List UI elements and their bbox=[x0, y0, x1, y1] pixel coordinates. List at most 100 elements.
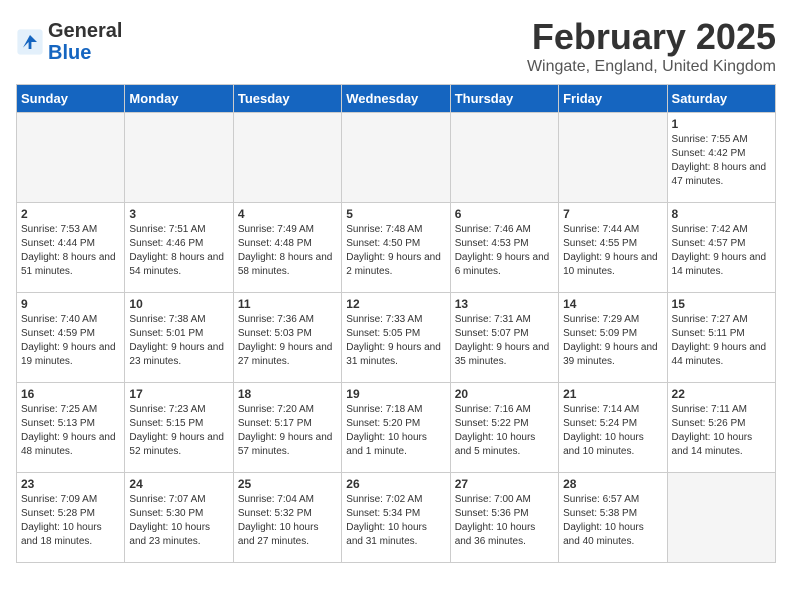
day-number: 13 bbox=[455, 297, 554, 311]
day-number: 27 bbox=[455, 477, 554, 491]
day-number: 28 bbox=[563, 477, 662, 491]
calendar-week-row: 23 Sunrise: 7:09 AM Sunset: 5:28 PM Dayli… bbox=[17, 473, 776, 563]
calendar-cell: 6 Sunrise: 7:46 AM Sunset: 4:53 PM Daylig… bbox=[450, 203, 558, 293]
calendar-cell bbox=[125, 113, 233, 203]
day-number: 22 bbox=[672, 387, 771, 401]
col-header-saturday: Saturday bbox=[667, 85, 775, 113]
day-info: Sunrise: 7:40 AM Sunset: 4:59 PM Dayligh… bbox=[21, 313, 120, 369]
calendar-cell: 9 Sunrise: 7:40 AM Sunset: 4:59 PM Daylig… bbox=[17, 293, 125, 383]
calendar-cell: 18Sunrise: 7:20 AM Sunset: 5:17 PM Dayli… bbox=[233, 383, 341, 473]
day-number: 4 bbox=[238, 207, 337, 221]
day-info: Sunrise: 7:46 AM Sunset: 4:53 PM Dayligh… bbox=[455, 223, 554, 279]
logo-icon bbox=[16, 28, 44, 56]
col-header-tuesday: Tuesday bbox=[233, 85, 341, 113]
calendar-cell bbox=[342, 113, 450, 203]
day-number: 15 bbox=[672, 297, 771, 311]
day-info: Sunrise: 7:23 AM Sunset: 5:15 PM Dayligh… bbox=[129, 403, 228, 459]
day-number: 7 bbox=[563, 207, 662, 221]
calendar-cell: 19 Sunrise: 7:18 AM Sunset: 5:20 PM Dayli… bbox=[342, 383, 450, 473]
day-info: Sunrise: 7:53 AM Sunset: 4:44 PM Dayligh… bbox=[21, 223, 120, 279]
calendar-cell: 4 Sunrise: 7:49 AM Sunset: 4:48 PM Daylig… bbox=[233, 203, 341, 293]
calendar-cell: 21 Sunrise: 7:14 AM Sunset: 5:24 PM Dayli… bbox=[559, 383, 667, 473]
calendar-cell bbox=[17, 113, 125, 203]
day-number: 23 bbox=[21, 477, 120, 491]
day-info: Sunrise: 7:51 AM Sunset: 4:46 PM Dayligh… bbox=[129, 223, 228, 279]
calendar-cell: 12 Sunrise: 7:33 AM Sunset: 5:05 PM Dayli… bbox=[342, 293, 450, 383]
calendar-cell: 17 Sunrise: 7:23 AM Sunset: 5:15 PM Dayli… bbox=[125, 383, 233, 473]
day-number: 9 bbox=[21, 297, 120, 311]
day-number: 16 bbox=[21, 387, 120, 401]
calendar-cell: 27 Sunrise: 7:00 AM Sunset: 5:36 PM Dayli… bbox=[450, 473, 558, 563]
day-info: Sunrise: 7:36 AM Sunset: 5:03 PM Dayligh… bbox=[238, 313, 337, 369]
calendar-cell bbox=[559, 113, 667, 203]
day-number: 26 bbox=[346, 477, 445, 491]
day-number: 10 bbox=[129, 297, 228, 311]
day-info: Sunrise: 7:11 AM Sunset: 5:26 PM Dayligh… bbox=[672, 403, 771, 459]
day-number: 11 bbox=[238, 297, 337, 311]
calendar-cell: 26 Sunrise: 7:02 AM Sunset: 5:34 PM Dayli… bbox=[342, 473, 450, 563]
logo: General Blue bbox=[16, 20, 122, 64]
calendar-cell bbox=[667, 473, 775, 563]
day-number: 1 bbox=[672, 117, 771, 131]
day-info: Sunrise: 7:18 AM Sunset: 5:20 PM Dayligh… bbox=[346, 403, 445, 459]
day-number: 12 bbox=[346, 297, 445, 311]
day-info: Sunrise: 7:14 AM Sunset: 5:24 PM Dayligh… bbox=[563, 403, 662, 459]
col-header-thursday: Thursday bbox=[450, 85, 558, 113]
calendar-table: SundayMondayTuesdayWednesdayThursdayFrid… bbox=[16, 84, 776, 563]
day-number: 14 bbox=[563, 297, 662, 311]
calendar-cell: 10Sunrise: 7:38 AM Sunset: 5:01 PM Dayli… bbox=[125, 293, 233, 383]
day-number: 2 bbox=[21, 207, 120, 221]
day-number: 21 bbox=[563, 387, 662, 401]
day-info: Sunrise: 7:02 AM Sunset: 5:34 PM Dayligh… bbox=[346, 493, 445, 549]
calendar-cell: 5Sunrise: 7:48 AM Sunset: 4:50 PM Daylig… bbox=[342, 203, 450, 293]
day-info: Sunrise: 7:33 AM Sunset: 5:05 PM Dayligh… bbox=[346, 313, 445, 369]
calendar-cell: 25 Sunrise: 7:04 AM Sunset: 5:32 PM Dayli… bbox=[233, 473, 341, 563]
calendar-cell: 22 Sunrise: 7:11 AM Sunset: 5:26 PM Dayli… bbox=[667, 383, 775, 473]
col-header-monday: Monday bbox=[125, 85, 233, 113]
calendar-cell: 3 Sunrise: 7:51 AM Sunset: 4:46 PM Daylig… bbox=[125, 203, 233, 293]
day-info: Sunrise: 7:29 AM Sunset: 5:09 PM Dayligh… bbox=[563, 313, 662, 369]
calendar-cell: 13 Sunrise: 7:31 AM Sunset: 5:07 PM Dayli… bbox=[450, 293, 558, 383]
day-number: 18 bbox=[238, 387, 337, 401]
col-header-sunday: Sunday bbox=[17, 85, 125, 113]
day-info: Sunrise: 7:27 AM Sunset: 5:11 PM Dayligh… bbox=[672, 313, 771, 369]
day-info: Sunrise: 7:55 AM Sunset: 4:42 PM Dayligh… bbox=[672, 133, 771, 189]
day-info: Sunrise: 7:49 AM Sunset: 4:48 PM Dayligh… bbox=[238, 223, 337, 279]
day-info: Sunrise: 7:07 AM Sunset: 5:30 PM Dayligh… bbox=[129, 493, 228, 549]
calendar-header-row: SundayMondayTuesdayWednesdayThursdayFrid… bbox=[17, 85, 776, 113]
day-info: Sunrise: 7:44 AM Sunset: 4:55 PM Dayligh… bbox=[563, 223, 662, 279]
day-number: 6 bbox=[455, 207, 554, 221]
day-number: 24 bbox=[129, 477, 228, 491]
page-header: General Blue February 2025 Wingate, Engl… bbox=[16, 16, 776, 76]
day-info: Sunrise: 7:42 AM Sunset: 4:57 PM Dayligh… bbox=[672, 223, 771, 279]
calendar-cell: 15 Sunrise: 7:27 AM Sunset: 5:11 PM Dayli… bbox=[667, 293, 775, 383]
calendar-week-row: 1 Sunrise: 7:55 AM Sunset: 4:42 PM Daylig… bbox=[17, 113, 776, 203]
day-number: 3 bbox=[129, 207, 228, 221]
day-number: 20 bbox=[455, 387, 554, 401]
day-info: Sunrise: 7:25 AM Sunset: 5:13 PM Dayligh… bbox=[21, 403, 120, 459]
calendar-week-row: 9 Sunrise: 7:40 AM Sunset: 4:59 PM Daylig… bbox=[17, 293, 776, 383]
day-number: 17 bbox=[129, 387, 228, 401]
title-section: February 2025 Wingate, England, United K… bbox=[527, 16, 776, 76]
day-info: Sunrise: 7:09 AM Sunset: 5:28 PM Dayligh… bbox=[21, 493, 120, 549]
location-title: Wingate, England, United Kingdom bbox=[527, 58, 776, 76]
calendar-cell: 11 Sunrise: 7:36 AM Sunset: 5:03 PM Dayli… bbox=[233, 293, 341, 383]
calendar-cell: 1 Sunrise: 7:55 AM Sunset: 4:42 PM Daylig… bbox=[667, 113, 775, 203]
calendar-cell bbox=[233, 113, 341, 203]
col-header-wednesday: Wednesday bbox=[342, 85, 450, 113]
calendar-week-row: 2 Sunrise: 7:53 AM Sunset: 4:44 PM Daylig… bbox=[17, 203, 776, 293]
calendar-cell: 24 Sunrise: 7:07 AM Sunset: 5:30 PM Dayli… bbox=[125, 473, 233, 563]
logo-general: General bbox=[48, 20, 122, 42]
day-info: Sunrise: 7:00 AM Sunset: 5:36 PM Dayligh… bbox=[455, 493, 554, 549]
day-info: Sunrise: 6:57 AM Sunset: 5:38 PM Dayligh… bbox=[563, 493, 662, 549]
day-number: 5 bbox=[346, 207, 445, 221]
day-number: 25 bbox=[238, 477, 337, 491]
calendar-cell: 23 Sunrise: 7:09 AM Sunset: 5:28 PM Dayli… bbox=[17, 473, 125, 563]
day-info: Sunrise: 7:31 AM Sunset: 5:07 PM Dayligh… bbox=[455, 313, 554, 369]
day-info: Sunrise: 7:04 AM Sunset: 5:32 PM Dayligh… bbox=[238, 493, 337, 549]
calendar-cell: 2 Sunrise: 7:53 AM Sunset: 4:44 PM Daylig… bbox=[17, 203, 125, 293]
calendar-cell: 16 Sunrise: 7:25 AM Sunset: 5:13 PM Dayli… bbox=[17, 383, 125, 473]
logo-blue: Blue bbox=[48, 42, 91, 64]
calendar-cell: 20Sunrise: 7:16 AM Sunset: 5:22 PM Dayli… bbox=[450, 383, 558, 473]
day-number: 19 bbox=[346, 387, 445, 401]
